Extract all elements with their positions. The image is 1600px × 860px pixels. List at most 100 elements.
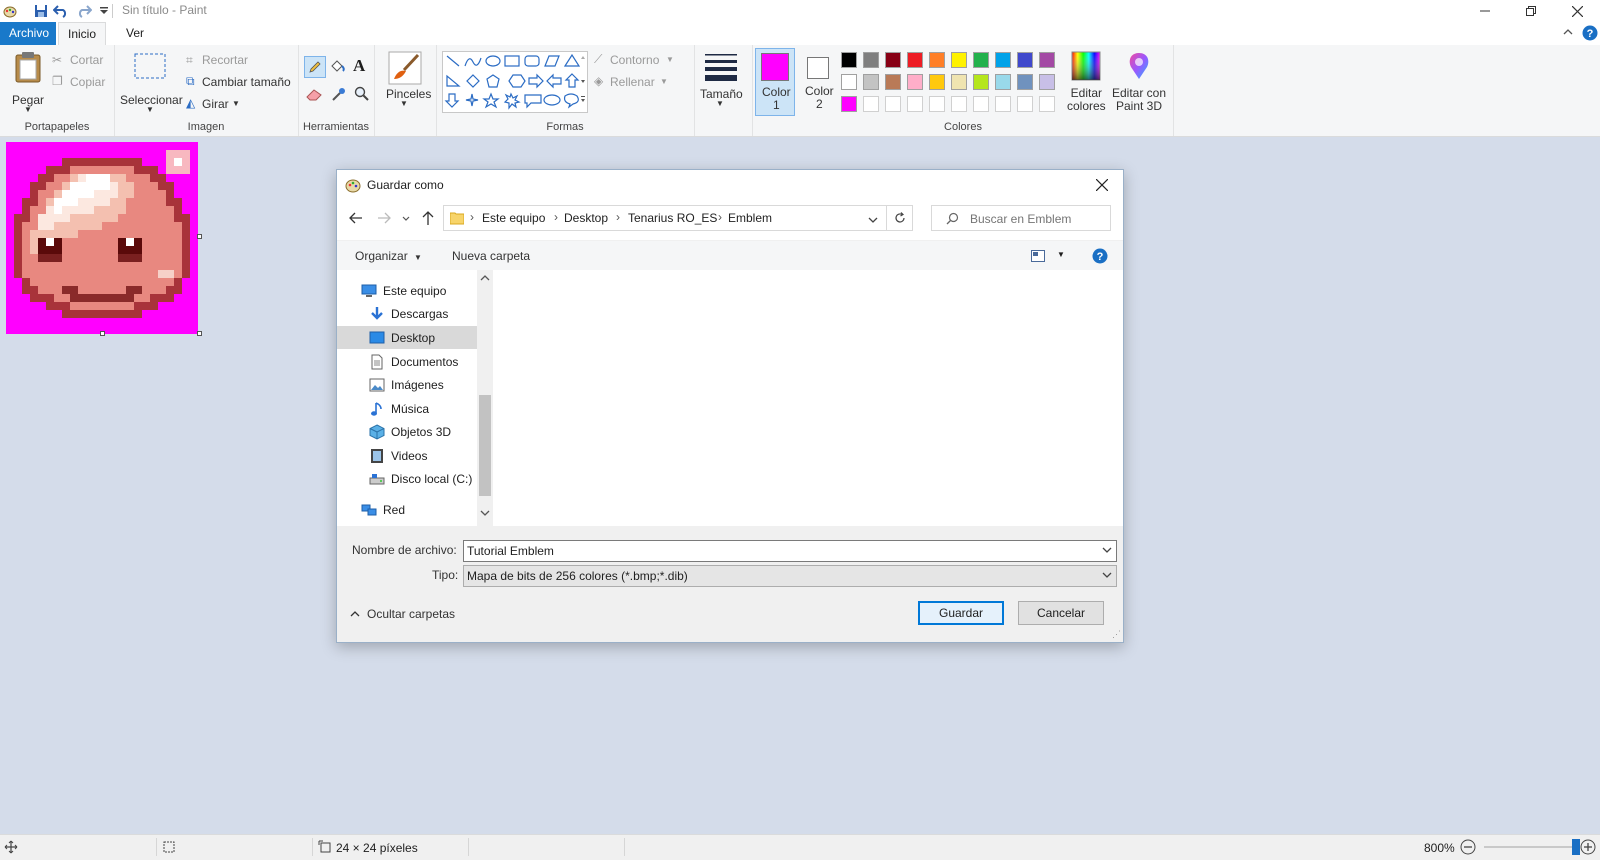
close-window-button[interactable]: [1554, 0, 1600, 22]
edit-paint3d-button[interactable]: Editar con Paint 3D: [1106, 49, 1170, 119]
file-type-select[interactable]: Mapa de bits de 256 colores (*.bmp;*.dib…: [463, 565, 1117, 587]
palette-custom-slot[interactable]: [885, 96, 901, 112]
resize-handle-bottom[interactable]: [100, 331, 105, 336]
view-options-icon[interactable]: [1031, 250, 1045, 265]
filename-field[interactable]: Tutorial Emblem: [463, 540, 1117, 562]
palette-custom-slot[interactable]: [951, 96, 967, 112]
select-button[interactable]: Seleccionar ▼: [120, 51, 183, 115]
search-input[interactable]: [968, 208, 1110, 230]
zoom-slider-thumb[interactable]: [1572, 839, 1580, 855]
size-button[interactable]: Tamaño ▼: [694, 45, 752, 136]
palette-color-swatch[interactable]: [841, 74, 857, 90]
palette-custom-slot[interactable]: [1017, 96, 1033, 112]
view-dropdown-icon[interactable]: ▼: [1057, 250, 1065, 259]
minimize-button[interactable]: [1462, 0, 1508, 22]
nav-item-videos[interactable]: Videos: [337, 444, 477, 467]
undo-icon[interactable]: [53, 3, 69, 19]
palette-color-swatch[interactable]: [995, 52, 1011, 68]
navigation-pane[interactable]: Este equipo Descargas Desktop Documentos Imá…: [337, 270, 493, 526]
nav-item-red[interactable]: Red: [337, 498, 477, 521]
zoom-slider-track[interactable]: [1484, 846, 1580, 848]
palette-color-swatch[interactable]: [841, 52, 857, 68]
help-icon[interactable]: ?: [1582, 25, 1598, 44]
nav-item-este-equipo[interactable]: Este equipo: [337, 279, 477, 302]
file-list-pane[interactable]: [493, 270, 1123, 526]
fill-button[interactable]: ◈ Rellenar ▼: [594, 74, 690, 92]
nav-item-imágenes[interactable]: Imágenes: [337, 373, 477, 396]
breadcrumb-tenarius[interactable]: Tenarius RO_ES: [628, 211, 717, 225]
save-icon[interactable]: [33, 3, 49, 19]
color2-button[interactable]: Color 2: [799, 48, 839, 116]
copy-button[interactable]: ❐ Copiar: [52, 74, 110, 92]
restore-button[interactable]: [1508, 0, 1554, 22]
file-type-dropdown-icon[interactable]: [1102, 566, 1112, 586]
tab-archivo[interactable]: Archivo: [0, 22, 56, 45]
tab-inicio[interactable]: Inicio: [58, 22, 107, 46]
forward-arrow-icon[interactable]: [377, 211, 391, 228]
zoom-out-button[interactable]: [1460, 839, 1476, 858]
shapes-gallery[interactable]: [442, 51, 588, 113]
new-folder-button[interactable]: Nueva carpeta: [452, 249, 530, 263]
breadcrumb-desktop[interactable]: Desktop: [564, 211, 608, 225]
brushes-button[interactable]: Pinceles ▼: [374, 45, 437, 136]
palette-color-swatch[interactable]: [885, 74, 901, 90]
refresh-button[interactable]: [887, 205, 913, 231]
nav-scrollbar[interactable]: [477, 270, 493, 526]
palette-custom-slot[interactable]: [1039, 96, 1055, 112]
palette-color-swatch[interactable]: [1039, 52, 1055, 68]
palette-color-swatch[interactable]: [973, 74, 989, 90]
outline-button[interactable]: ⟋ Contorno ▼: [594, 52, 690, 70]
palette-color-swatch[interactable]: [907, 52, 923, 68]
tab-ver[interactable]: Ver: [117, 22, 153, 45]
palette-custom-slot[interactable]: [929, 96, 945, 112]
breadcrumb-este-equipo[interactable]: Este equipo: [482, 211, 545, 225]
scroll-up-icon[interactable]: [480, 272, 490, 286]
nav-item-desktop[interactable]: Desktop: [337, 326, 477, 349]
paste-button[interactable]: Pegar ▼: [10, 51, 46, 115]
palette-color-swatch[interactable]: [951, 52, 967, 68]
back-arrow-icon[interactable]: [349, 211, 363, 228]
address-bar[interactable]: › Este equipo › Desktop › Tenarius RO_ES…: [443, 205, 887, 231]
palette-color-swatch[interactable]: [885, 52, 901, 68]
nav-item-documentos[interactable]: Documentos: [337, 350, 477, 373]
hide-folders-toggle[interactable]: Ocultar carpetas: [350, 606, 460, 624]
search-box[interactable]: [931, 205, 1111, 231]
crop-button[interactable]: ⌗ Recortar: [186, 52, 294, 70]
palette-custom-slot[interactable]: [995, 96, 1011, 112]
palette-color-swatch[interactable]: [841, 96, 857, 112]
pencil-icon[interactable]: [304, 56, 326, 78]
scroll-down-icon[interactable]: [480, 507, 490, 521]
resize-button[interactable]: ⧉ Cambiar tamaño: [186, 74, 296, 92]
resize-handle-right[interactable]: [197, 234, 202, 239]
palette-custom-slot[interactable]: [863, 96, 879, 112]
palette-custom-slot[interactable]: [907, 96, 923, 112]
nav-item-disco-local-c[interactable]: Disco local (C:): [337, 467, 477, 490]
palette-color-swatch[interactable]: [907, 74, 923, 90]
palette-color-swatch[interactable]: [929, 74, 945, 90]
palette-color-swatch[interactable]: [1039, 74, 1055, 90]
paste-dropdown-icon[interactable]: ▼: [24, 105, 32, 114]
save-button[interactable]: Guardar: [918, 601, 1004, 625]
magnifier-icon[interactable]: [354, 86, 370, 105]
address-dropdown-icon[interactable]: [868, 214, 878, 228]
cut-button[interactable]: ✂ Cortar: [52, 52, 110, 70]
resize-handle-corner[interactable]: [197, 331, 202, 336]
nav-item-música[interactable]: Música: [337, 397, 477, 420]
color-picker-icon[interactable]: [331, 86, 347, 105]
palette-color-swatch[interactable]: [863, 74, 879, 90]
palette-color-swatch[interactable]: [951, 74, 967, 90]
nav-item-objetos-3d[interactable]: Objetos 3D: [337, 420, 477, 443]
rotate-button[interactable]: ◭ Girar ▼: [186, 96, 246, 114]
edit-colors-button[interactable]: Editar colores: [1063, 49, 1111, 119]
eraser-icon[interactable]: [306, 87, 324, 104]
palette-color-swatch[interactable]: [929, 52, 945, 68]
pixel-art-canvas[interactable]: [6, 142, 198, 334]
organize-button[interactable]: Organizar ▼: [355, 249, 422, 263]
palette-color-swatch[interactable]: [995, 74, 1011, 90]
nav-item-descargas[interactable]: Descargas: [337, 302, 477, 325]
select-dropdown-icon[interactable]: ▼: [146, 105, 154, 114]
resize-grip-icon[interactable]: ⋰: [1112, 629, 1121, 640]
palette-color-swatch[interactable]: [1017, 52, 1033, 68]
palette-color-swatch[interactable]: [973, 52, 989, 68]
up-arrow-icon[interactable]: [421, 210, 435, 229]
